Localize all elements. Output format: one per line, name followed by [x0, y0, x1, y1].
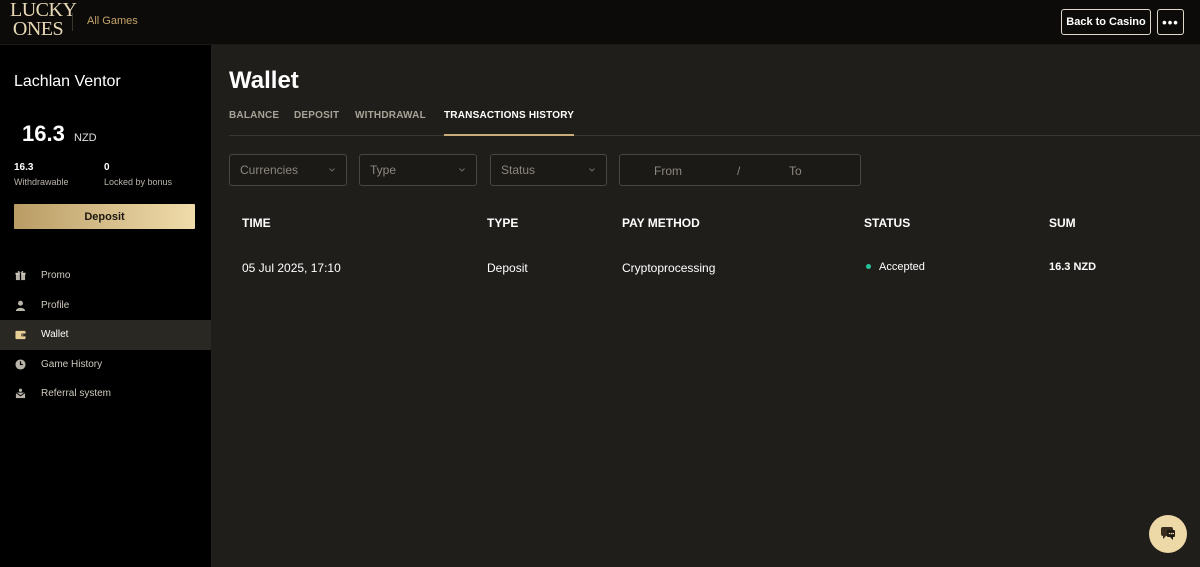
sidebar-item-profile[interactable]: Profile [0, 291, 211, 321]
all-games-link[interactable]: All Games [87, 15, 138, 27]
status-text: Accepted [879, 261, 925, 273]
sidebar-item-label: Promo [41, 270, 71, 282]
sidebar-item-label: Game History [41, 358, 103, 370]
date-range-picker[interactable]: From / To [619, 154, 861, 186]
cell-pay-method: Cryptoprocessing [622, 261, 716, 275]
column-header-sum: SUM [1049, 216, 1076, 230]
chevron-down-icon [589, 168, 595, 172]
wallet-icon [14, 329, 26, 341]
type-select-placeholder: Type [370, 163, 397, 177]
locked-bonus-value: 0 [104, 162, 110, 173]
cell-type: Deposit [487, 261, 528, 275]
chevron-down-icon [329, 168, 335, 172]
user-icon [14, 299, 26, 311]
status-select[interactable]: Status [490, 154, 607, 186]
back-to-casino-button[interactable]: Back to Casino [1061, 9, 1151, 35]
sidebar-item-label: Wallet [41, 329, 69, 341]
wallet-tabs: BALANCE DEPOSIT WITHDRAWAL TRANSACTIONS … [229, 109, 1200, 136]
sidebar-item-label: Referral system [41, 388, 112, 400]
more-menu-button[interactable]: ••• [1157, 9, 1184, 35]
page-title: Wallet [229, 67, 299, 94]
date-from-input[interactable]: From [654, 164, 682, 178]
tab-deposit[interactable]: DEPOSIT [294, 110, 339, 136]
chevron-down-icon [459, 168, 465, 172]
currencies-select-placeholder: Currencies [240, 163, 299, 177]
sidebar: Lachlan Ventor 16.3 NZD 16.3 Withdrawabl… [0, 45, 211, 567]
top-bar: LUCKY ONES All Games Back to Casino ••• [0, 0, 1200, 45]
tab-transactions-history[interactable]: TRANSACTIONS HISTORY [444, 110, 575, 136]
currencies-select[interactable]: Currencies [229, 154, 347, 186]
sidebar-item-label: Profile [41, 299, 70, 311]
user-name: Lachlan Ventor [14, 73, 121, 90]
locked-bonus-label: Locked by bonus [104, 177, 173, 187]
sidebar-item-game-history[interactable]: Game History [0, 350, 211, 380]
withdrawable-label: Withdrawable [14, 177, 69, 187]
chat-icon [1161, 527, 1175, 540]
live-chat-button[interactable] [1149, 515, 1187, 553]
deposit-button[interactable]: Deposit [14, 204, 195, 229]
date-range-separator: / [737, 164, 741, 178]
logo-line-2: ONES [12, 18, 64, 40]
column-header-type: TYPE [487, 216, 519, 230]
status-select-placeholder: Status [501, 163, 536, 177]
logo-divider [72, 13, 73, 31]
cell-time: 05 Jul 2025, 17:10 [242, 261, 341, 275]
date-to-input[interactable]: To [789, 164, 802, 178]
column-header-status: STATUS [864, 216, 911, 230]
gift-icon [14, 270, 26, 282]
lucky-ones-logo[interactable]: LUCKY ONES [10, 0, 77, 43]
cell-status: Accepted [866, 261, 925, 273]
type-select[interactable]: Type [359, 154, 477, 186]
status-accepted-dot [866, 263, 871, 269]
sidebar-item-referral-system[interactable]: Referral system [0, 379, 211, 409]
clock-icon [14, 358, 26, 370]
main-content: Wallet BALANCE DEPOSIT WITHDRAWAL TRANSA… [211, 45, 1200, 567]
cell-sum: 16.3 NZD [1049, 261, 1097, 273]
column-header-pay-method: PAY METHOD [622, 216, 700, 230]
sidebar-item-promo[interactable]: Promo [0, 261, 211, 291]
balance-amount: 16.3 [22, 121, 65, 146]
referral-icon [14, 388, 26, 400]
sidebar-item-wallet[interactable]: Wallet [0, 320, 211, 350]
tab-balance[interactable]: BALANCE [229, 110, 279, 136]
balance-currency: NZD [74, 132, 97, 144]
column-header-time: TIME [242, 216, 271, 230]
withdrawable-value: 16.3 [14, 162, 34, 173]
tab-withdrawal[interactable]: WITHDRAWAL [355, 110, 426, 136]
sidebar-nav: Promo Profile Wallet Game History Referr… [0, 261, 211, 409]
